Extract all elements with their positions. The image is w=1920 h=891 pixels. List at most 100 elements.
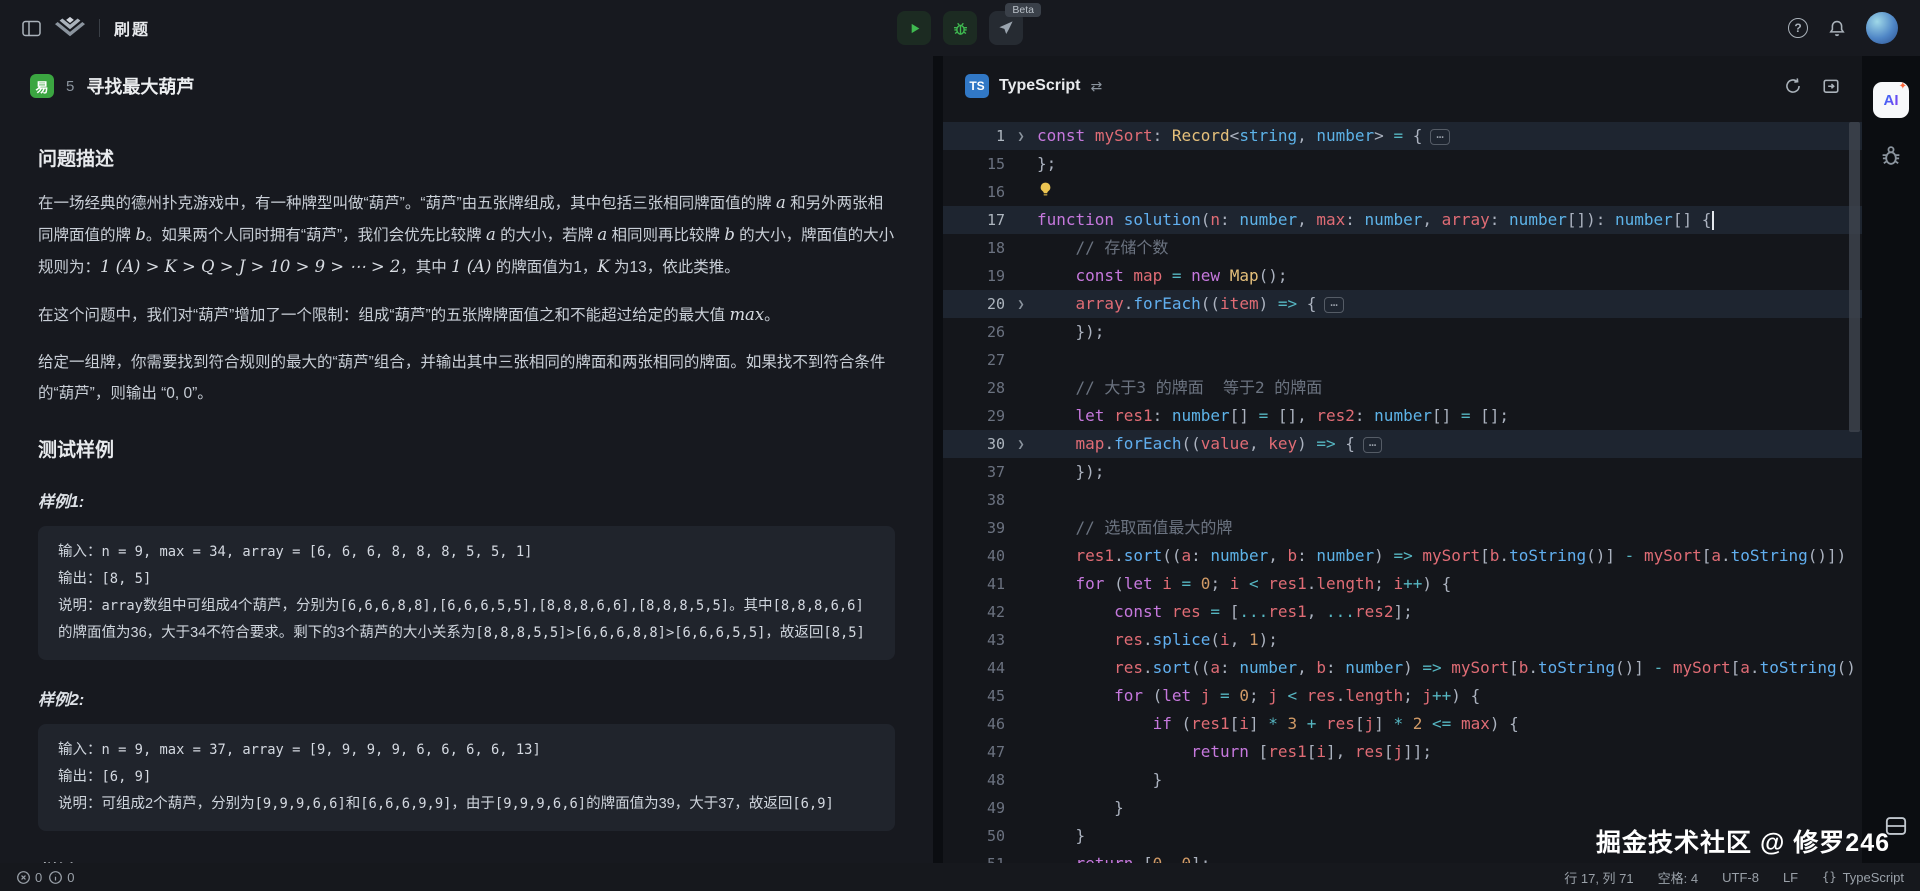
run-button[interactable]: [897, 11, 931, 45]
avatar[interactable]: [1866, 12, 1898, 44]
cursor-position[interactable]: 行 17, 列 71: [1564, 868, 1633, 887]
line-number: 18: [943, 234, 1005, 262]
code-line-38[interactable]: 38: [943, 486, 1862, 514]
code-line-20[interactable]: 20❯ array.forEach((item) => {⋯: [943, 290, 1862, 318]
statusbar-right: 行 17, 列 71 空格: 4 UTF-8 LF {} TypeScript: [1564, 868, 1904, 887]
sidebar-toggle-icon[interactable]: [22, 20, 41, 37]
lightbulb-icon[interactable]: [1037, 179, 1054, 207]
code-line-26[interactable]: 26 });: [943, 318, 1862, 346]
line-number: 47: [943, 738, 1005, 766]
language-switch-icon[interactable]: ⇄: [1091, 78, 1103, 95]
gutter-space: [1005, 654, 1037, 682]
difficulty-badge: 易: [30, 74, 54, 98]
product-name[interactable]: 刷题: [114, 16, 150, 40]
statusbar: 0 0 行 17, 列 71 空格: 4 UTF-8 LF {} TypeScr…: [0, 863, 1920, 891]
line-number: 27: [943, 346, 1005, 374]
code-line-text: const mySort: Record<string, number> = {…: [1037, 122, 1862, 150]
editor-scrollbar[interactable]: [1849, 122, 1860, 432]
editor-header: TS TypeScript ⇄: [943, 56, 1862, 116]
code-line-text: array.forEach((item) => {⋯: [1037, 290, 1862, 318]
infos-indicator[interactable]: 0: [48, 870, 74, 885]
code-line-15[interactable]: 15};: [943, 150, 1862, 178]
gutter-space: [1005, 206, 1037, 234]
gutter-space: [1005, 598, 1037, 626]
panel-toggle-icon[interactable]: [1885, 816, 1907, 841]
code-line-18[interactable]: 18 // 存储个数: [943, 234, 1862, 262]
errors-indicator[interactable]: 0: [16, 870, 42, 885]
juejin-logo[interactable]: [55, 16, 85, 41]
code-line-44[interactable]: 44 res.sort((a: number, b: number) => my…: [943, 654, 1862, 682]
debug-button[interactable]: [943, 11, 977, 45]
code-editor[interactable]: 1❯const mySort: Record<string, number> =…: [943, 116, 1862, 863]
code-line-29[interactable]: 29 let res1: number[] = [], res2: number…: [943, 402, 1862, 430]
app-root: 刷题 Beta ? 易 5: [0, 0, 1920, 891]
code-line-39[interactable]: 39 // 选取面值最大的牌: [943, 514, 1862, 542]
code-line-41[interactable]: 41 for (let i = 0; i < res1.length; i++)…: [943, 570, 1862, 598]
problem-title: 寻找最大葫芦: [86, 73, 194, 99]
ai-assistant-button[interactable]: AI ✦: [1873, 82, 1909, 118]
inline-code: [8,5]: [823, 625, 864, 641]
panel-splitter[interactable]: [933, 56, 943, 863]
info-circle-icon: [48, 870, 63, 885]
info-count: 0: [67, 870, 74, 885]
code-line-27[interactable]: 27: [943, 346, 1862, 374]
logo-divider: [99, 19, 100, 37]
statusbar-left: 0 0: [16, 870, 74, 885]
code-line-48[interactable]: 48 }: [943, 766, 1862, 794]
line-number: 51: [943, 850, 1005, 863]
folded-code-badge[interactable]: ⋯: [1324, 297, 1343, 313]
code-line-16[interactable]: 16: [943, 178, 1862, 206]
fold-chevron-icon[interactable]: ❯: [1005, 290, 1037, 318]
line-number: 48: [943, 766, 1005, 794]
example-label: 样例1:: [38, 488, 895, 512]
line-number: 15: [943, 150, 1005, 178]
code-line-47[interactable]: 47 return [res1[i], res[j]];: [943, 738, 1862, 766]
code-line-30[interactable]: 30❯ map.forEach((value, key) => {⋯: [943, 430, 1862, 458]
code-line-text: });: [1037, 458, 1862, 486]
line-number: 19: [943, 262, 1005, 290]
line-number: 28: [943, 374, 1005, 402]
folded-code-badge[interactable]: ⋯: [1363, 437, 1382, 453]
code-line-text: res.splice(i, 1);: [1037, 626, 1862, 654]
code-line-43[interactable]: 43 res.splice(i, 1);: [943, 626, 1862, 654]
gutter-space: [1005, 346, 1037, 374]
bug-report-icon[interactable]: [1879, 144, 1903, 168]
inline-code: n = 9, max = 37, array = [9, 9, 9, 9, 6,…: [102, 742, 541, 758]
eol-setting[interactable]: LF: [1783, 870, 1798, 885]
example-line: 输入：n = 9, max = 37, array = [9, 9, 9, 9,…: [58, 737, 875, 764]
code-line-42[interactable]: 42 const res = [...res1, ...res2];: [943, 598, 1862, 626]
file-encoding[interactable]: UTF-8: [1722, 870, 1759, 885]
fold-chevron-icon[interactable]: ❯: [1005, 122, 1037, 150]
gutter-space: [1005, 178, 1037, 206]
line-number: 38: [943, 486, 1005, 514]
line-number: 42: [943, 598, 1005, 626]
folded-code-badge[interactable]: ⋯: [1430, 129, 1449, 145]
layout-icon[interactable]: [1822, 77, 1840, 95]
bell-icon[interactable]: [1828, 19, 1846, 38]
line-number: 39: [943, 514, 1005, 542]
code-line-45[interactable]: 45 for (let j = 0; j < res.length; j++) …: [943, 682, 1862, 710]
help-icon[interactable]: ?: [1788, 18, 1808, 38]
indent-setting[interactable]: 空格: 4: [1658, 868, 1698, 887]
code-line-1[interactable]: 1❯const mySort: Record<string, number> =…: [943, 122, 1862, 150]
code-line-49[interactable]: 49 }: [943, 794, 1862, 822]
code-line-46[interactable]: 46 if (res1[i] * 3 + res[j] * 2 <= max) …: [943, 710, 1862, 738]
code-line-17[interactable]: 17function solution(n: number, max: numb…: [943, 206, 1862, 234]
code-line-37[interactable]: 37 });: [943, 458, 1862, 486]
code-line-text: // 存储个数: [1037, 234, 1862, 262]
reset-code-icon[interactable]: [1784, 77, 1802, 95]
code-line-text: res.sort((a: number, b: number) => mySor…: [1037, 654, 1862, 682]
inline-code: [9,9,9,6,6]: [495, 796, 586, 812]
code-line-40[interactable]: 40 res1.sort((a: number, b: number) => m…: [943, 542, 1862, 570]
math-symbol: b: [135, 225, 146, 244]
line-number: 20: [943, 290, 1005, 318]
code-line-text: const map = new Map();: [1037, 262, 1862, 290]
fold-chevron-icon[interactable]: ❯: [1005, 430, 1037, 458]
gutter-space: [1005, 570, 1037, 598]
language-mode[interactable]: {} TypeScript: [1822, 870, 1904, 885]
typescript-badge-icon: TS: [965, 74, 989, 98]
code-line-19[interactable]: 19 const map = new Map();: [943, 262, 1862, 290]
inline-code: [8,8,8,5,5]>[6,6,6,8,8]>[6,6,6,5,5]: [475, 625, 765, 641]
line-number: 16: [943, 178, 1005, 206]
code-line-28[interactable]: 28 // 大于3 的牌面 等于2 的牌面: [943, 374, 1862, 402]
